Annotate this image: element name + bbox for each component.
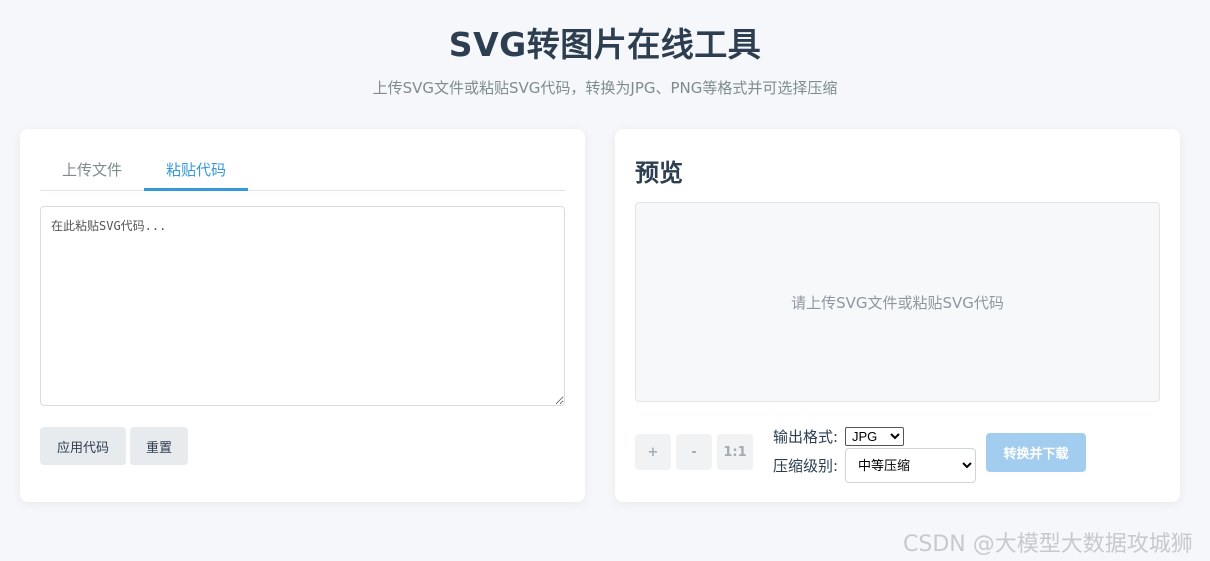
compression-level-select[interactable]: 中等压缩 xyxy=(845,448,976,483)
zoom-in-button[interactable]: + xyxy=(635,434,671,470)
preview-placeholder: 请上传SVG文件或粘贴SVG代码 xyxy=(791,293,1004,312)
tab-paste-code[interactable]: 粘贴代码 xyxy=(144,153,248,191)
output-format-select[interactable]: JPG xyxy=(845,427,904,446)
preview-area: 请上传SVG文件或粘贴SVG代码 xyxy=(635,202,1160,402)
svg-code-textarea[interactable] xyxy=(40,206,565,406)
editor-panel: 上传文件 粘贴代码 应用代码 重置 xyxy=(20,129,585,502)
input-tabs: 上传文件 粘贴代码 xyxy=(40,153,565,191)
reset-button[interactable]: 重置 xyxy=(130,427,188,465)
compression-level-label: 压缩级别: xyxy=(773,457,839,475)
zoom-out-button[interactable]: - xyxy=(676,434,712,470)
page-title: SVG转图片在线工具 xyxy=(448,25,762,64)
apply-code-button[interactable]: 应用代码 xyxy=(40,427,126,465)
page-subtitle: 上传SVG文件或粘贴SVG代码，转换为JPG、PNG等格式并可选择压缩 xyxy=(372,79,838,97)
preview-panel: 预览 请上传SVG文件或粘贴SVG代码 + - 1:1 输出格式: JPG 压缩… xyxy=(615,129,1180,502)
output-format-label: 输出格式: xyxy=(773,428,839,446)
convert-download-button[interactable]: 转换并下载 xyxy=(986,433,1086,472)
preview-title: 预览 xyxy=(635,159,683,187)
watermark: CSDN @大模型大数据攻城狮 xyxy=(903,532,1193,557)
zoom-reset-button[interactable]: 1:1 xyxy=(717,434,753,470)
tab-upload-file[interactable]: 上传文件 xyxy=(40,153,144,191)
